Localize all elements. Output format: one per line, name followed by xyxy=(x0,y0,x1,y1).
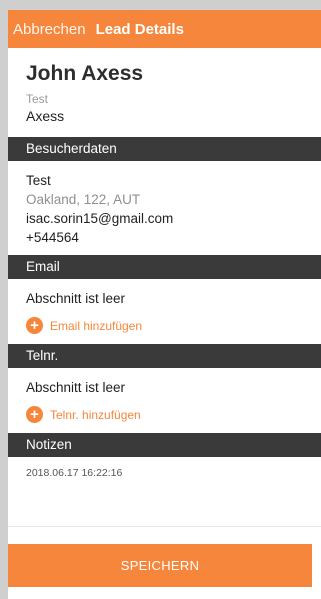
section-header-email: Email xyxy=(8,255,321,279)
plus-circle-icon: + xyxy=(26,317,43,334)
section-header-phone: Telnr. xyxy=(8,344,321,368)
contact-name: John Axess xyxy=(26,62,144,85)
contact-summary: John Axess Test Axess xyxy=(8,48,321,125)
contact-company: Axess xyxy=(26,108,65,124)
visitor-email: isac.sorin15@gmail.com xyxy=(26,211,174,226)
add-phone-label: Telnr. hinzufügen xyxy=(50,407,141,422)
visitor-address: Oakland, 122, AUT xyxy=(26,192,141,207)
lead-details-screen: Abbrechen Lead Details John Axess Test A… xyxy=(8,10,321,599)
visitor-data: Test Oakland, 122, AUT isac.sorin15@gmai… xyxy=(8,161,321,255)
add-phone-button[interactable]: + Telnr. hinzufügen xyxy=(8,396,321,433)
section-header-visitor: Besucherdaten xyxy=(8,137,321,161)
contact-subtitle: Test xyxy=(26,92,49,106)
device-frame: Abbrechen Lead Details John Axess Test A… xyxy=(0,0,321,599)
top-bar: Abbrechen Lead Details xyxy=(8,10,321,48)
add-email-button[interactable]: + Email hinzufügen xyxy=(8,307,321,344)
visitor-line: Test xyxy=(26,173,51,188)
page-title: Lead Details xyxy=(95,20,184,38)
add-email-label: Email hinzufügen xyxy=(50,318,143,333)
save-button[interactable]: SPEICHERN xyxy=(8,544,312,587)
cancel-button[interactable]: Abbrechen xyxy=(13,21,86,38)
footer-bar: SPEICHERN xyxy=(8,526,321,599)
phone-empty-text: Abschnitt ist leer xyxy=(26,380,126,395)
section-header-notes: Notizen xyxy=(8,433,321,457)
note-timestamp: 2018.06.17 16:22:16 xyxy=(26,467,123,479)
visitor-phone: +544564 xyxy=(26,230,79,245)
plus-circle-icon: + xyxy=(26,406,43,423)
email-empty-text: Abschnitt ist leer xyxy=(26,291,126,306)
